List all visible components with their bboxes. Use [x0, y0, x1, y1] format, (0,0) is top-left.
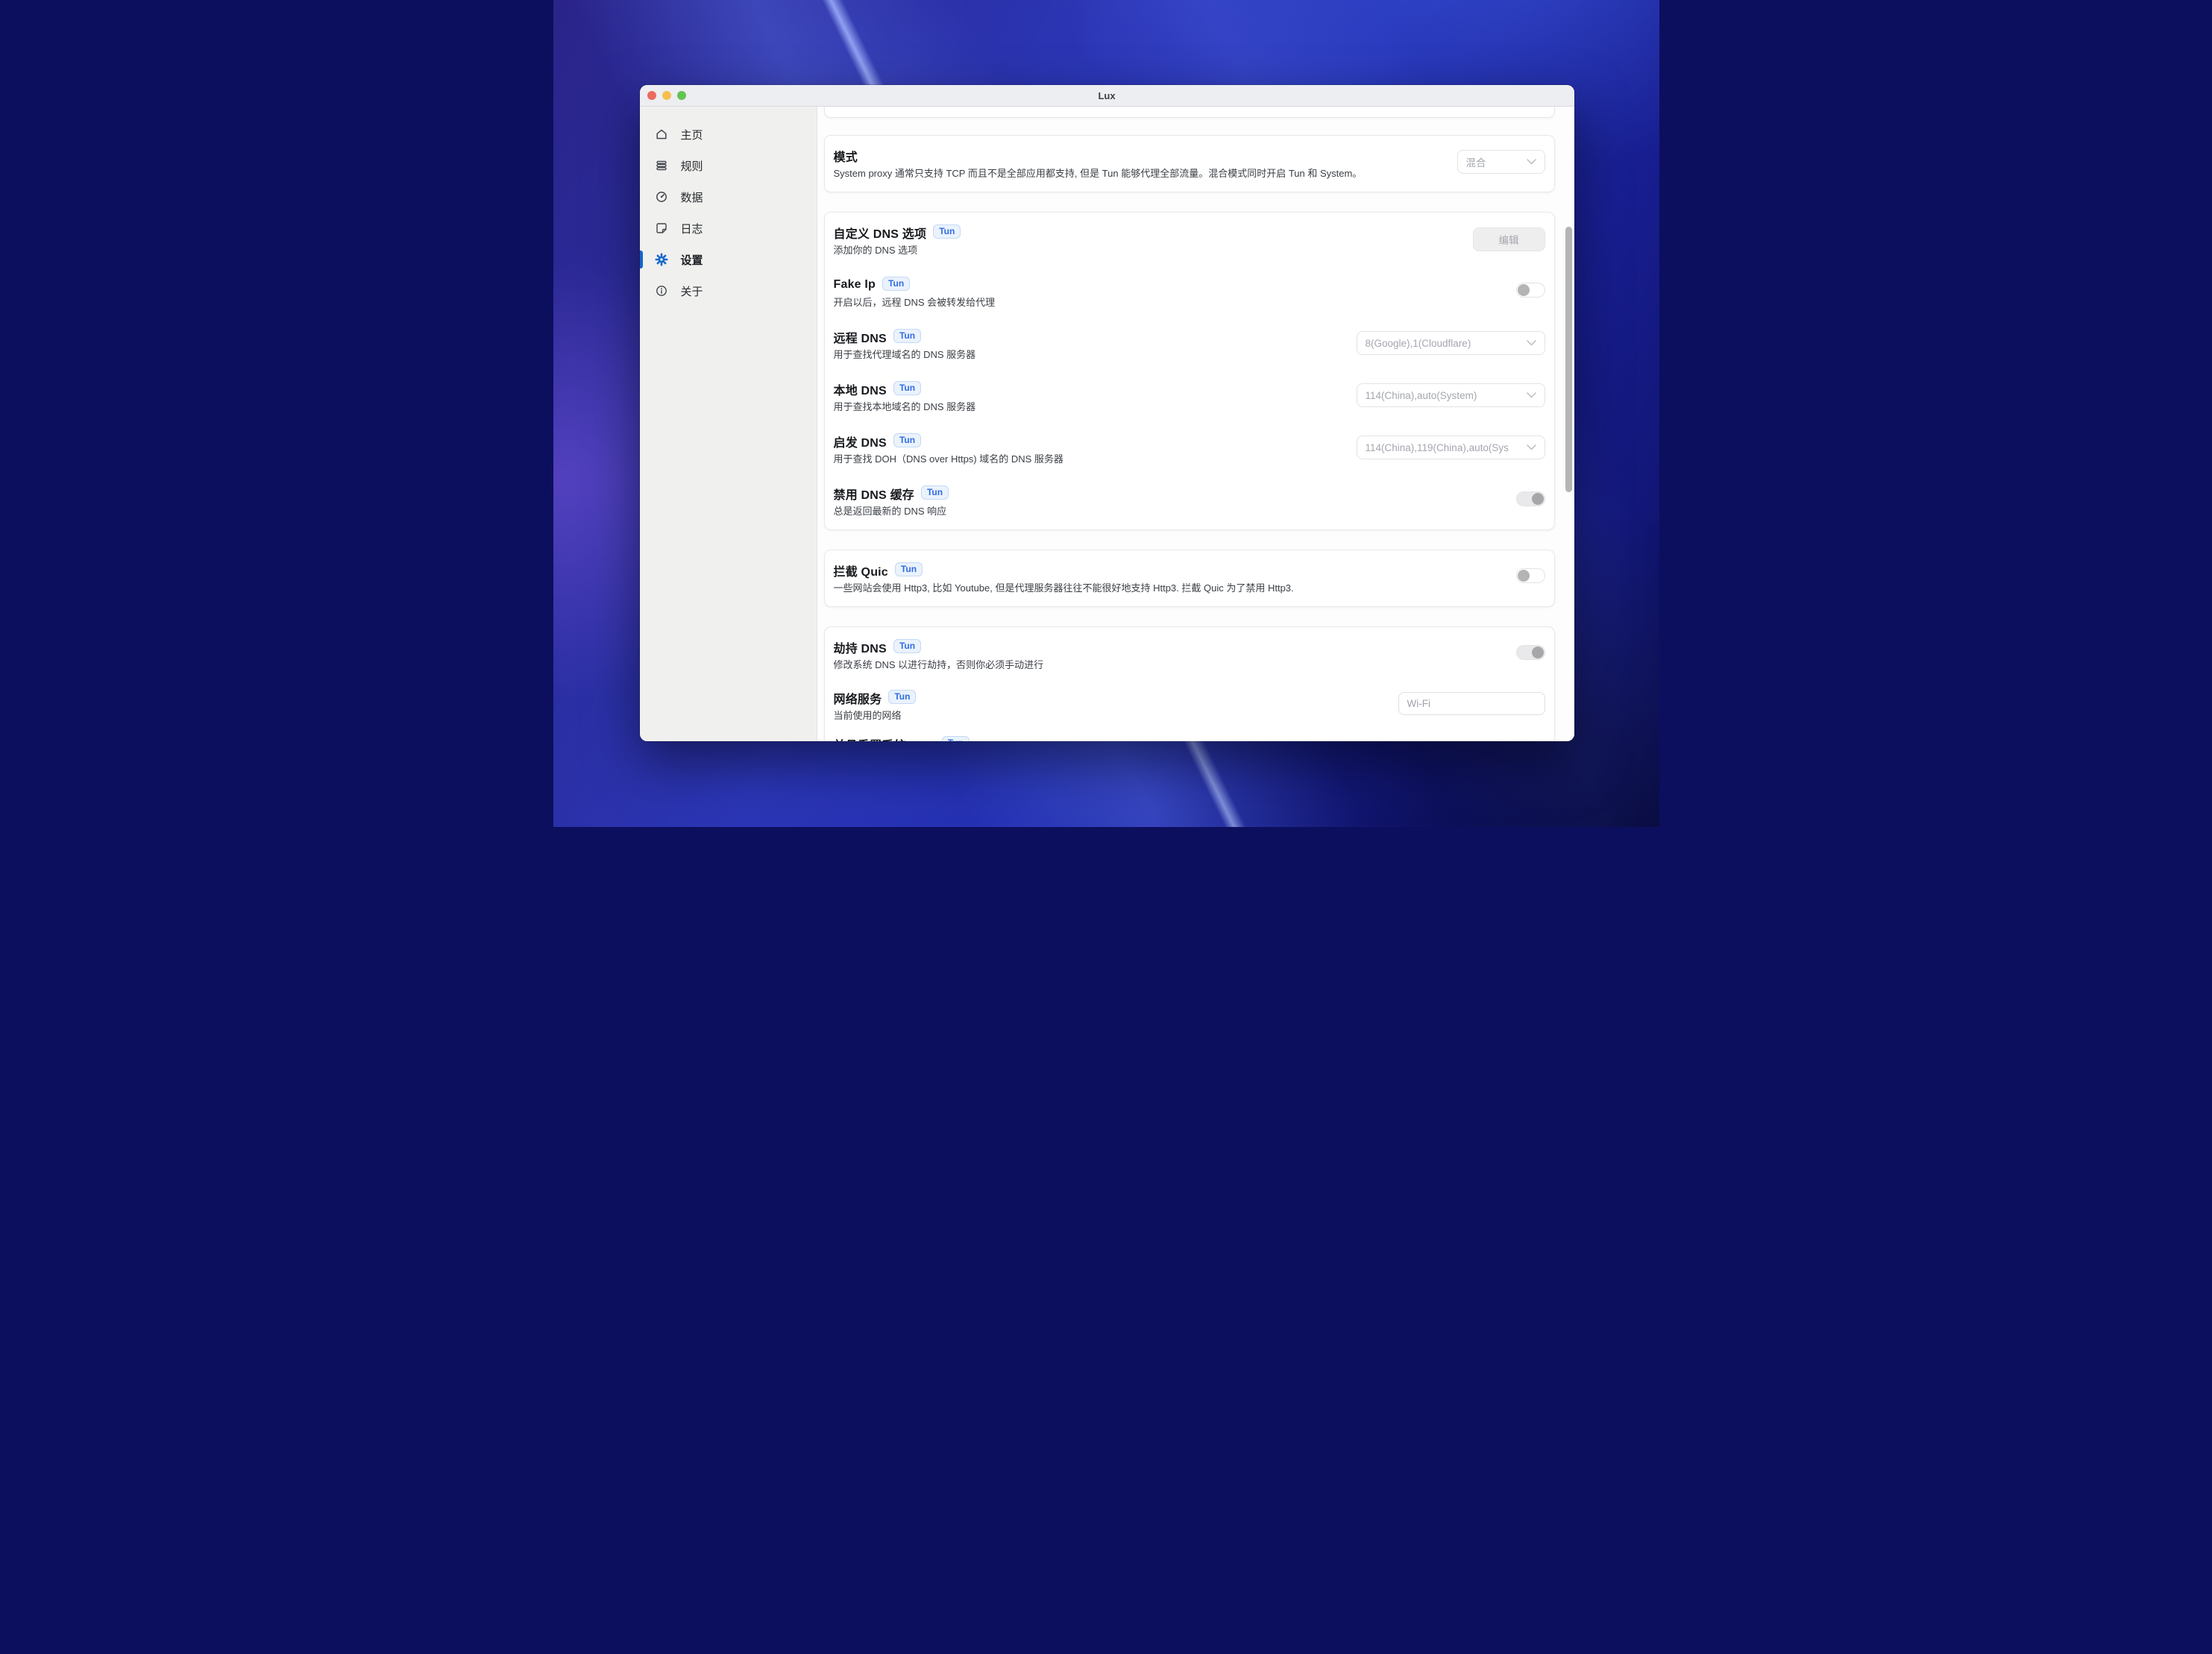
bootstrap-dns-select[interactable]: 114(China),119(China),auto(Sys	[1357, 435, 1545, 459]
tun-badge: Tun	[882, 277, 910, 291]
hijack-dns-row: 劫持 DNS Tun 修改系统 DNS 以进行劫持，否则你必须手动进行	[834, 639, 1545, 671]
bootstrap-dns-row: 启发 DNS Tun 用于查找 DOH（DNS over Https) 域名的 …	[834, 433, 1545, 465]
network-service-row: 网络服务 Tun 当前使用的网络	[834, 690, 1545, 722]
sidebar-item-about[interactable]: 关于	[640, 278, 817, 304]
info-icon	[655, 284, 668, 298]
row-description: 总是返回最新的 DNS 响应	[834, 505, 949, 518]
sidebar: 主页 规则 数据 日志	[640, 107, 817, 741]
sidebar-item-label: 数据	[681, 189, 703, 205]
sidebar-item-label: 规则	[681, 158, 703, 174]
row-title: 拦截 Quic	[834, 562, 888, 579]
sidebar-item-label: 日志	[681, 221, 703, 236]
row-title: 启发 DNS	[834, 433, 887, 450]
sidebar-item-settings[interactable]: 设置	[640, 247, 817, 272]
note-icon	[655, 221, 668, 235]
tun-badge: Tun	[933, 224, 961, 239]
settings-page: 模式 System proxy 通常只支持 TCP 而且不是全部应用都支持, 但…	[817, 107, 1574, 741]
bootstrap-dns-select-value: 114(China),119(China),auto(Sys	[1366, 442, 1509, 453]
chevron-down-icon	[1527, 340, 1536, 346]
titlebar: Lux	[640, 85, 1574, 107]
sidebar-item-label: 关于	[681, 283, 703, 299]
row-description: 添加你的 DNS 选项	[834, 244, 961, 257]
row-title: 劫持 DNS	[834, 638, 887, 656]
row-title: 并且重置系统 DNS	[834, 735, 935, 742]
block-quic-toggle[interactable]	[1516, 568, 1545, 583]
chevron-down-icon	[1527, 392, 1536, 398]
tun-badge: Tun	[893, 639, 921, 653]
mode-row: 模式 System proxy 通常只支持 TCP 而且不是全部应用都支持, 但…	[834, 148, 1545, 180]
row-description: 用于查找 DOH（DNS over Https) 域名的 DNS 服务器	[834, 453, 1063, 465]
mode-select-value: 混合	[1466, 154, 1486, 169]
row-title: 自定义 DNS 选项	[834, 224, 927, 242]
edit-button[interactable]: 编辑	[1473, 227, 1545, 251]
rules-icon	[655, 159, 668, 172]
hijack-card: 劫持 DNS Tun 修改系统 DNS 以进行劫持，否则你必须手动进行 网络服务…	[824, 626, 1555, 741]
tun-badge: Tun	[921, 485, 949, 500]
toggle-knob	[1518, 570, 1530, 582]
sidebar-item-label: 设置	[681, 252, 703, 268]
row-description: 一些网站会使用 Http3, 比如 Youtube, 但是代理服务器往往不能很好…	[834, 582, 1294, 594]
row-description: 用于查找代理域名的 DNS 服务器	[834, 348, 976, 361]
remote-dns-select[interactable]: 8(Google),1(Cloudflare)	[1357, 331, 1545, 355]
home-icon	[655, 128, 668, 141]
tun-badge: Tun	[942, 736, 970, 741]
block-quic-row: 拦截 Quic Tun 一些网站会使用 Http3, 比如 Youtube, 但…	[834, 562, 1545, 594]
toggle-knob	[1532, 493, 1544, 505]
row-title: 网络服务	[834, 689, 882, 707]
hijack-dns-toggle[interactable]	[1516, 645, 1545, 660]
sidebar-item-logs[interactable]: 日志	[640, 216, 817, 241]
chevron-down-icon	[1527, 444, 1536, 450]
cutoff-card-top	[824, 107, 1555, 118]
remote-dns-row: 远程 DNS Tun 用于查找代理域名的 DNS 服务器 8(Google),1…	[834, 329, 1545, 361]
gauge-icon	[655, 190, 668, 204]
sidebar-item-rules[interactable]: 规则	[640, 153, 817, 178]
row-description: System proxy 通常只支持 TCP 而且不是全部应用都支持, 但是 T…	[834, 167, 1363, 180]
tun-badge: Tun	[893, 381, 921, 395]
row-description: 当前使用的网络	[834, 709, 917, 722]
tun-badge: Tun	[895, 562, 923, 576]
local-dns-select[interactable]: 114(China),auto(System)	[1357, 383, 1545, 407]
row-description: 开启以后，远程 DNS 会被转发给代理	[834, 296, 996, 309]
dns-card: 自定义 DNS 选项 Tun 添加你的 DNS 选项 编辑 Fake Ip Tu…	[824, 212, 1555, 530]
mode-select[interactable]: 混合	[1457, 150, 1545, 174]
fake-ip-row: Fake Ip Tun 开启以后，远程 DNS 会被转发给代理	[834, 277, 1545, 309]
reset-dns-row-partial: 并且重置系统 DNS Tun	[834, 736, 1545, 741]
toggle-knob	[1518, 284, 1530, 296]
chevron-down-icon	[1527, 159, 1536, 165]
remote-dns-select-value: 8(Google),1(Cloudflare)	[1366, 338, 1471, 349]
row-title: Fake Ip	[834, 278, 876, 292]
fake-ip-toggle[interactable]	[1516, 283, 1545, 298]
network-service-input[interactable]	[1398, 692, 1545, 715]
custom-dns-row: 自定义 DNS 选项 Tun 添加你的 DNS 选项 编辑	[834, 224, 1545, 257]
row-title: 本地 DNS	[834, 380, 887, 398]
disable-dns-cache-row: 禁用 DNS 缓存 Tun 总是返回最新的 DNS 响应	[834, 485, 1545, 518]
row-title: 禁用 DNS 缓存	[834, 485, 914, 503]
quic-card: 拦截 Quic Tun 一些网站会使用 Http3, 比如 Youtube, 但…	[824, 550, 1555, 607]
disable-dns-cache-toggle[interactable]	[1516, 491, 1545, 506]
window-title: Lux	[640, 90, 1574, 101]
tun-badge: Tun	[893, 433, 921, 447]
lux-window: Lux 主页 规则	[640, 85, 1574, 741]
local-dns-select-value: 114(China),auto(System)	[1366, 390, 1477, 401]
desktop: Lux 主页 规则	[553, 0, 1659, 827]
sidebar-item-label: 主页	[681, 127, 703, 142]
row-title: 远程 DNS	[834, 328, 887, 346]
sidebar-item-home[interactable]: 主页	[640, 122, 817, 147]
row-description: 用于查找本地域名的 DNS 服务器	[834, 400, 976, 413]
sidebar-item-data[interactable]: 数据	[640, 184, 817, 210]
row-title: 模式	[834, 147, 858, 165]
tun-badge: Tun	[888, 690, 916, 704]
gear-icon	[655, 253, 668, 266]
local-dns-row: 本地 DNS Tun 用于查找本地域名的 DNS 服务器 114(China),…	[834, 381, 1545, 413]
mode-card: 模式 System proxy 通常只支持 TCP 而且不是全部应用都支持, 但…	[824, 135, 1555, 192]
row-description: 修改系统 DNS 以进行劫持，否则你必须手动进行	[834, 658, 1044, 671]
scrollbar-thumb[interactable]	[1565, 227, 1572, 492]
toggle-knob	[1532, 647, 1544, 658]
active-indicator	[640, 251, 643, 268]
tun-badge: Tun	[893, 329, 921, 343]
